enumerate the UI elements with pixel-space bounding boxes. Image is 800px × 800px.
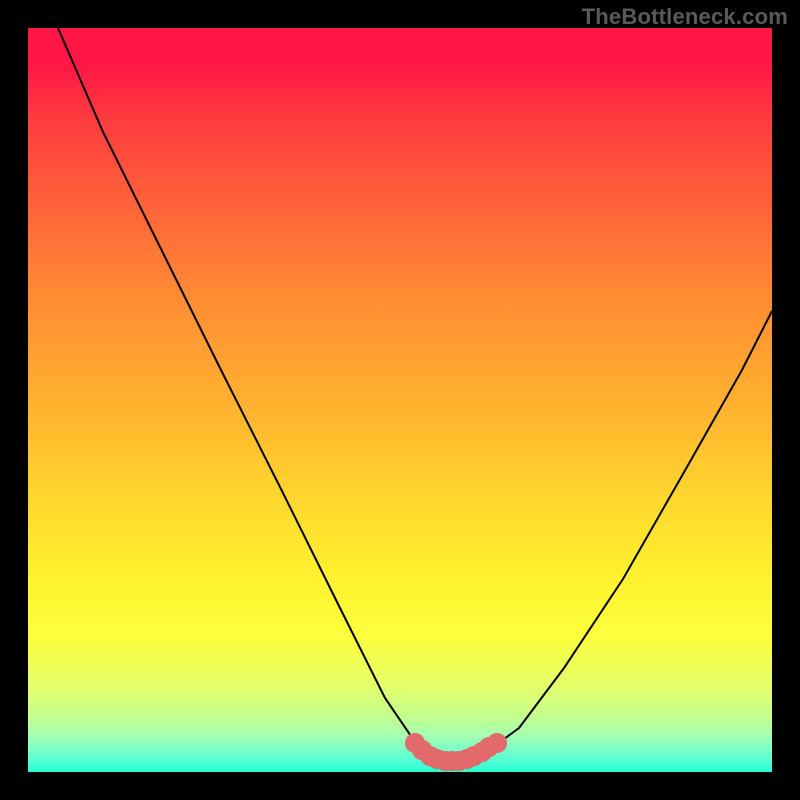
bottleneck-curve-path	[58, 28, 772, 761]
bottleneck-curve-svg	[28, 28, 772, 772]
plot-area	[28, 28, 772, 772]
chart-frame: TheBottleneck.com	[0, 0, 800, 800]
optimal-band-markers	[409, 737, 503, 767]
watermark-text: TheBottleneck.com	[582, 4, 788, 30]
